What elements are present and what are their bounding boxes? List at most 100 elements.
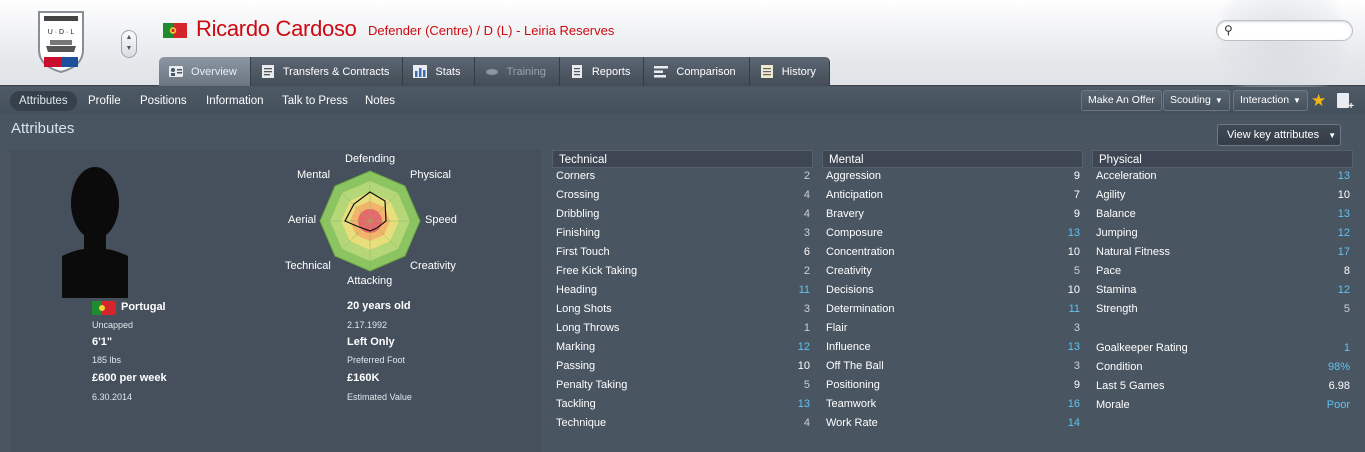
tab-history[interactable]: History xyxy=(749,57,830,86)
attribute-name: Technique xyxy=(556,417,607,429)
attribute-name: Off The Ball xyxy=(826,360,884,372)
subnav-attributes[interactable]: Attributes xyxy=(10,91,77,111)
nationality[interactable]: Portugal xyxy=(121,301,166,313)
attribute-row[interactable]: Long Throws 1 xyxy=(552,319,813,338)
attribute-name: Creativity xyxy=(826,265,872,277)
attribute-row[interactable]: Last 5 Games 6.98 xyxy=(1092,377,1353,396)
subnav-talk-to-press[interactable]: Talk to Press xyxy=(282,91,348,111)
attribute-row[interactable]: Concentration 10 xyxy=(822,243,1083,262)
attribute-value: 16 xyxy=(1067,398,1080,410)
attribute-name: Aggression xyxy=(826,170,882,182)
chevron-down-icon: ▼ xyxy=(1214,96,1223,105)
attribute-row[interactable]: Long Shots 3 xyxy=(552,300,813,319)
attribute-row[interactable]: Marking 12 xyxy=(552,338,813,357)
attribute-row[interactable]: Condition 98% xyxy=(1092,358,1353,377)
attribute-name: Natural Fitness xyxy=(1096,246,1170,258)
attribute-value: 13 xyxy=(1337,208,1350,220)
attribute-row[interactable]: Creativity 5 xyxy=(822,262,1083,281)
attribute-row[interactable]: Anticipation 7 xyxy=(822,186,1083,205)
attribute-name: Dribbling xyxy=(556,208,600,220)
preferred-foot-label: Preferred Foot xyxy=(347,355,406,365)
attribute-row[interactable]: Free Kick Taking 2 xyxy=(552,262,813,281)
attribute-row[interactable]: Decisions 10 xyxy=(822,281,1083,300)
shortlist-star-icon[interactable]: ★ xyxy=(1311,92,1326,110)
attribute-row[interactable]: Work Rate 14 xyxy=(822,414,1083,433)
attribute-row[interactable]: Jumping 12 xyxy=(1092,224,1353,243)
subnav-notes[interactable]: Notes xyxy=(365,91,395,111)
tab-reports[interactable]: Reports xyxy=(559,57,645,86)
interaction-dropdown[interactable]: Interaction ▼ xyxy=(1233,90,1308,111)
attribute-row[interactable]: Composure 13 xyxy=(822,224,1083,243)
attribute-name: Stamina xyxy=(1096,284,1137,296)
attribute-row[interactable]: Pace 8 xyxy=(1092,262,1353,281)
attribute-row[interactable]: Influence 13 xyxy=(822,338,1083,357)
attribute-row[interactable]: Off The Ball 3 xyxy=(822,357,1083,376)
attribute-row[interactable]: Dribbling 4 xyxy=(552,205,813,224)
chevron-down-icon: ▼ xyxy=(1328,131,1337,140)
attribute-row[interactable]: Bravery 9 xyxy=(822,205,1083,224)
attribute-name: Condition xyxy=(1096,361,1143,373)
attribute-value: 4 xyxy=(803,417,810,429)
attribute-row[interactable]: Penalty Taking 5 xyxy=(552,376,813,395)
player-position-club[interactable]: Defender (Centre) / D (L) - Leiria Reser… xyxy=(368,23,614,38)
search-box[interactable]: ⚲ xyxy=(1216,20,1353,41)
add-note-icon[interactable] xyxy=(1337,93,1354,112)
stats-icon xyxy=(413,65,428,78)
chevron-down-icon: ▼ xyxy=(1293,96,1301,105)
attribute-row[interactable]: Technique 4 xyxy=(552,414,813,433)
tab-training[interactable]: Training xyxy=(474,57,560,86)
subnav-positions[interactable]: Positions xyxy=(140,91,187,111)
attribute-row[interactable]: Aggression 9 xyxy=(822,167,1083,186)
attribute-name: Determination xyxy=(826,303,895,315)
tab-transfers-contracts[interactable]: Transfers & Contracts xyxy=(250,57,404,86)
attribute-value: 10 xyxy=(1067,284,1080,296)
attribute-row[interactable]: Teamwork 16 xyxy=(822,395,1083,414)
attribute-row[interactable]: Morale Poor xyxy=(1092,396,1353,415)
attribute-name: Finishing xyxy=(556,227,601,239)
attribute-row[interactable]: First Touch 6 xyxy=(552,243,813,262)
attribute-name: Crossing xyxy=(556,189,600,201)
attribute-row[interactable]: Natural Fitness 17 xyxy=(1092,243,1353,262)
portugal-flag-icon xyxy=(163,23,187,38)
view-key-attributes-dropdown[interactable]: View key attributes ▼ xyxy=(1217,124,1341,146)
attribute-row[interactable]: Tackling 13 xyxy=(552,395,813,414)
attribute-value: 1 xyxy=(803,322,810,334)
attribute-row[interactable]: Determination 11 xyxy=(822,300,1083,319)
make-offer-button[interactable]: Make An Offer xyxy=(1081,90,1162,111)
scouting-dropdown[interactable]: Scouting ▼ xyxy=(1163,90,1230,111)
search-input[interactable] xyxy=(1239,23,1347,38)
chevron-down-icon[interactable]: ▼ xyxy=(122,45,136,52)
attribute-row[interactable]: Passing 10 xyxy=(552,357,813,376)
attribute-row[interactable]: Goalkeeper Rating 1 xyxy=(1092,339,1353,358)
attribute-name: Influence xyxy=(826,341,871,353)
tab-stats[interactable]: Stats xyxy=(403,57,475,86)
attribute-row[interactable]: Flair 3 xyxy=(822,319,1083,338)
subnav-profile[interactable]: Profile xyxy=(88,91,121,111)
chevron-up-icon[interactable]: ▲ xyxy=(122,34,136,41)
club-watermark-icon xyxy=(1206,0,1356,100)
attribute-name: Concentration xyxy=(826,246,895,258)
attribute-value: 4 xyxy=(803,208,810,220)
international-caps: Uncapped xyxy=(92,320,134,330)
attribute-row[interactable]: Corners 2 xyxy=(552,167,813,186)
attribute-name: Pace xyxy=(1096,265,1122,277)
tab-label: Overview xyxy=(191,65,237,78)
attribute-row[interactable]: Stamina 12 xyxy=(1092,281,1353,300)
attribute-value: 12 xyxy=(1337,227,1350,239)
attribute-row[interactable]: Crossing 4 xyxy=(552,186,813,205)
attribute-row[interactable]: Strength 5 xyxy=(1092,300,1353,319)
player-nav-stepper[interactable]: ▲ ▼ xyxy=(121,30,137,58)
attribute-value: 14 xyxy=(1067,417,1080,429)
attribute-row[interactable]: Heading 11 xyxy=(552,281,813,300)
attribute-name: Balance xyxy=(1096,208,1136,220)
tab-overview[interactable]: Overview xyxy=(159,57,251,86)
attribute-row[interactable]: Finishing 3 xyxy=(552,224,813,243)
attribute-row[interactable]: Agility 10 xyxy=(1092,186,1353,205)
subnav-information[interactable]: Information xyxy=(206,91,264,111)
attribute-row[interactable]: Balance 13 xyxy=(1092,205,1353,224)
tab-comparison[interactable]: Comparison xyxy=(644,57,750,86)
attribute-row[interactable]: Acceleration 13 xyxy=(1092,167,1353,186)
attribute-value: 5 xyxy=(803,379,810,391)
attribute-row[interactable]: Positioning 9 xyxy=(822,376,1083,395)
attribute-name: Goalkeeper Rating xyxy=(1096,342,1188,354)
